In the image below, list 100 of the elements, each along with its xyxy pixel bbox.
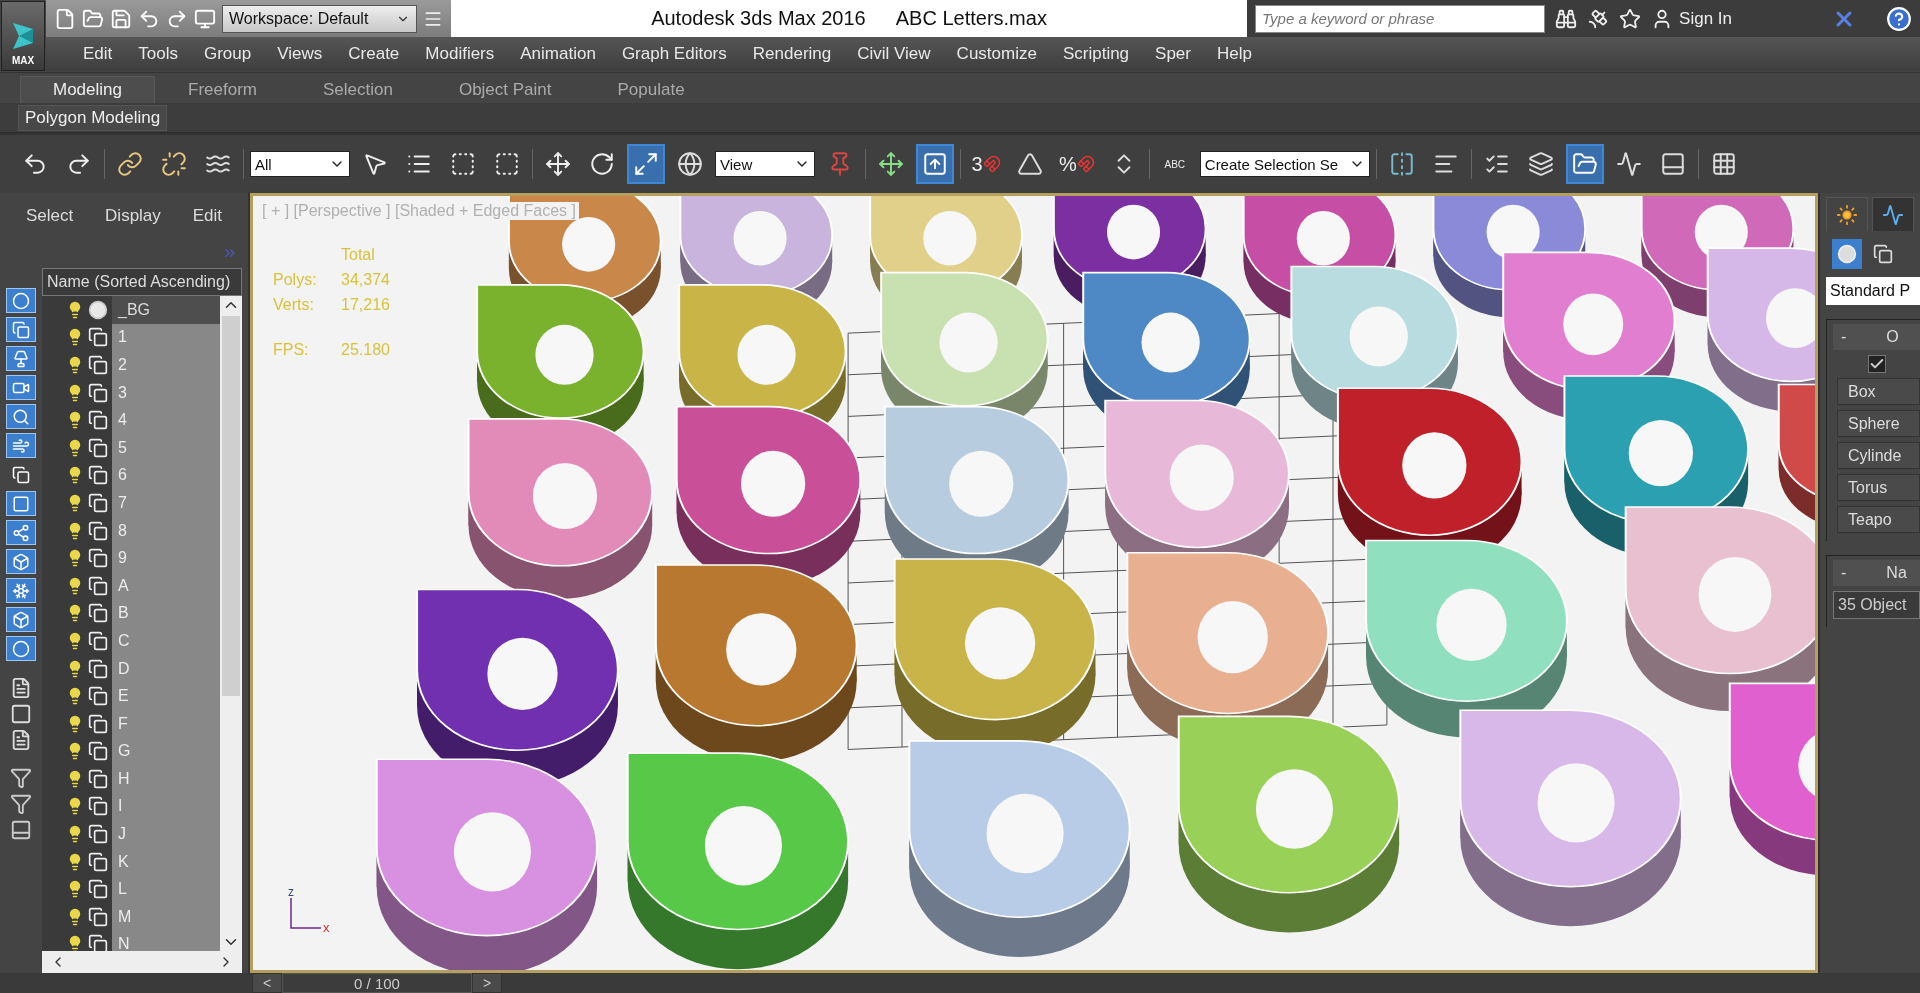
toolbar-button[interactable]: % [1055, 144, 1099, 184]
explorer-menu[interactable]: Select [19, 204, 80, 227]
save-icon [110, 7, 132, 30]
stat-value: 17,216 [341, 296, 390, 314]
toolbar-button[interactable] [627, 144, 665, 184]
mirror-icon [1388, 151, 1415, 177]
menu-item[interactable]: Create [335, 44, 413, 64]
group-icon [88, 658, 108, 679]
menu-item[interactable]: Modifiers [412, 44, 508, 64]
menu-item[interactable]: Customize [943, 44, 1050, 64]
search-button[interactable] [1555, 7, 1578, 30]
name-field[interactable]: 35 Object [1833, 591, 1920, 619]
command-tab[interactable] [1826, 197, 1868, 231]
workspace-dropdown[interactable]: Workspace: Default [222, 4, 417, 33]
toolbar-dropdown[interactable]: Create Selection Se [1199, 151, 1370, 177]
rollout-title: O [1886, 328, 1899, 346]
filter-button[interactable] [6, 491, 36, 516]
filter-button[interactable] [6, 607, 36, 632]
toolbar-button[interactable] [916, 144, 954, 184]
filter-button[interactable] [6, 404, 36, 429]
open-file-button[interactable] [82, 7, 104, 30]
toolbar-dropdown[interactable]: All [250, 151, 350, 177]
app-menu-button[interactable]: MAX [1, 1, 45, 71]
ribbon-tab[interactable]: Object Paint [425, 76, 585, 103]
group-icon [88, 382, 108, 403]
object-type-button[interactable]: Box [1837, 378, 1920, 405]
column-header[interactable]: Name (Sorted Ascending) [42, 268, 242, 296]
explorer-menu[interactable]: Display [99, 204, 167, 227]
category-dropdown[interactable]: Standard P [1826, 277, 1920, 305]
menu-item[interactable]: Group [191, 44, 265, 64]
panel-icon [10, 819, 32, 841]
toolbar-button[interactable]: 3 [967, 144, 1005, 184]
file-icon [54, 7, 76, 30]
ribbon-tab[interactable]: Selection [289, 76, 426, 103]
filter-button[interactable] [6, 317, 36, 342]
ribbon-tab[interactable]: Freeform [155, 76, 290, 103]
viewport[interactable]: [ + ] [Perspective ] [Shaded + Edged Faces ] Total Polys: 34,374 Verts: 17,216 FPS: 25.180 z x [250, 193, 1818, 973]
magnifier-icon [12, 407, 30, 426]
filter-icon [10, 767, 32, 789]
menu-item[interactable]: Sper [1142, 44, 1204, 64]
new-file-button[interactable] [54, 7, 76, 30]
menu-item[interactable]: Views [264, 44, 336, 64]
next-frame-button[interactable]: > [472, 973, 502, 993]
dashed-box-icon [494, 151, 520, 177]
sign-in-button[interactable]: Sign In [1651, 7, 1732, 30]
favorites-button[interactable] [1619, 7, 1642, 30]
group-icon [88, 906, 108, 927]
filter-button[interactable] [6, 346, 36, 371]
object-type-button[interactable]: Sphere [1837, 410, 1920, 437]
collapse-toggle[interactable]: - [1841, 328, 1847, 346]
help-button[interactable] [1886, 5, 1912, 32]
snowflake-icon [12, 581, 30, 600]
explorer-menu[interactable]: Edit [186, 204, 228, 227]
previous-frame-button[interactable]: < [252, 973, 282, 993]
scrollbar[interactable] [220, 296, 242, 951]
filter-icon [10, 793, 32, 815]
filter-button[interactable] [6, 578, 36, 603]
ribbon-tab[interactable]: Populate [584, 76, 718, 103]
group-icon [88, 851, 108, 872]
polygon-modeling-button[interactable]: Polygon Modeling [18, 104, 168, 131]
group-icon [88, 686, 108, 707]
object-type-button[interactable]: Teapo [1837, 506, 1920, 533]
menu-item[interactable]: Animation [507, 44, 609, 64]
group-icon [88, 355, 108, 375]
search-field[interactable]: Type a keyword or phrase [1255, 4, 1546, 33]
menu-item[interactable]: Graph Editors [608, 44, 740, 64]
save-button[interactable] [110, 7, 132, 30]
menu-item[interactable]: Help [1204, 44, 1265, 64]
toolbar-button[interactable]: ABC [1155, 144, 1194, 184]
panel-icon [1659, 151, 1686, 177]
object-name[interactable]: _BG [112, 296, 220, 324]
filter-button[interactable] [6, 375, 36, 400]
filter-button[interactable] [6, 520, 36, 545]
menu-item[interactable]: Rendering [739, 44, 845, 64]
snap-label: 3 [971, 152, 983, 176]
rollout-header[interactable]: - O [1833, 324, 1920, 350]
menu-item[interactable]: Tools [125, 44, 191, 64]
group-icon [88, 327, 108, 348]
toolbar-button[interactable] [1565, 144, 1604, 184]
menu-item[interactable]: Scripting [1049, 44, 1143, 64]
object-type-button[interactable]: Torus [1837, 474, 1920, 501]
filter-button[interactable] [6, 549, 36, 574]
ribbon-tab[interactable]: Modeling [20, 76, 155, 103]
project-button[interactable] [194, 7, 216, 30]
rotate-icon [589, 151, 615, 177]
command-tab[interactable] [1872, 197, 1914, 231]
collapse-toggle[interactable]: - [1841, 564, 1847, 582]
layers-icon [1527, 151, 1554, 177]
category-button[interactable] [1832, 239, 1862, 269]
menu-item[interactable]: Civil View [844, 44, 944, 64]
horizontal-scrollbar[interactable] [42, 951, 242, 973]
square-icon [12, 494, 30, 513]
menu-item[interactable]: Edit [70, 44, 126, 64]
rollout-header[interactable]: - Na [1833, 560, 1920, 586]
toolbar-dropdown[interactable]: View [715, 151, 815, 177]
subscription-button[interactable] [1587, 7, 1610, 30]
object-type-button[interactable]: Cylinde [1837, 442, 1920, 469]
group-icon [88, 879, 108, 900]
checkbox[interactable] [1867, 355, 1886, 373]
group-icon [88, 465, 108, 486]
